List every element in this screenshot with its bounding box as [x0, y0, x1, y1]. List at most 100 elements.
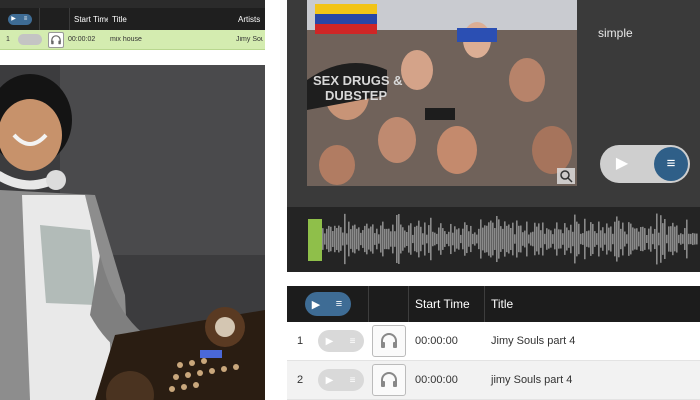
waveform-bar: [446, 234, 448, 244]
mini-table-row[interactable]: 1 00:00:02 mix house Jimy Souls: [0, 30, 265, 50]
waveform-bar: [472, 233, 474, 245]
waveform-bar: [500, 226, 502, 252]
waveform-bar: [624, 231, 626, 247]
table-row[interactable]: 1 ▶ ≡ 00:00:00 Jimy Souls part 4: [287, 322, 700, 361]
page: ▶ ≡ Start Time Title Artists 1 00:00:02 …: [0, 0, 700, 400]
waveform-bar: [368, 228, 370, 250]
waveform-bar: [430, 217, 432, 261]
mini-row-play-toggle[interactable]: [18, 34, 42, 45]
track-title: simple: [598, 26, 633, 40]
row-list-icon[interactable]: ≡: [341, 336, 364, 347]
mini-header-title: Title: [112, 14, 127, 24]
waveform-graphic[interactable]: [287, 207, 700, 272]
row-start-time: 00:00:00: [415, 335, 458, 347]
playlist-play-list-toggle[interactable]: ▶ ≡: [304, 292, 351, 316]
waveform-bar: [516, 220, 518, 258]
row-list-icon[interactable]: ≡: [341, 375, 364, 386]
waveform-bar: [588, 230, 590, 248]
playlist-header-start-time: Start Time: [409, 286, 485, 322]
waveform-bar: [454, 226, 456, 252]
waveform-bar: [620, 228, 622, 250]
waveform-bar: [512, 222, 514, 256]
waveform[interactable]: [287, 207, 700, 272]
waveform-bar: [356, 228, 358, 250]
waveform-bar: [608, 227, 610, 251]
waveform-bar: [510, 227, 512, 251]
waveform-bar: [622, 222, 624, 256]
waveform-bar: [482, 227, 484, 251]
mini-play-icon[interactable]: ▶: [8, 14, 20, 25]
row-play-toggle[interactable]: ▶ ≡: [318, 330, 364, 352]
waveform-bar: [542, 222, 544, 256]
waveform-bar: [390, 231, 392, 247]
waveform-bar: [326, 228, 328, 250]
waveform-bar: [686, 219, 688, 259]
waveform-bar: [416, 225, 418, 253]
header-list-icon[interactable]: ≡: [328, 298, 351, 310]
waveform-bar: [398, 214, 400, 264]
header-play-icon[interactable]: ▶: [305, 298, 328, 311]
waveform-bar: [464, 222, 466, 256]
playlist-icon[interactable]: ≡: [654, 147, 688, 181]
waveform-bar: [674, 226, 676, 252]
waveform-bar: [596, 233, 598, 245]
mini-playlist-header: ▶ ≡ Start Time Title Artists: [0, 8, 265, 30]
playlist-header-art-col: [369, 286, 409, 322]
waveform-bar: [354, 224, 356, 254]
waveform-bar: [590, 222, 592, 256]
play-playlist-toggle[interactable]: ▶ ≡: [600, 145, 690, 183]
table-row[interactable]: 2 ▶ ≡ 00:00:00 jimy Souls part 4: [287, 361, 700, 400]
waveform-bar: [432, 231, 434, 247]
waveform-bar: [494, 228, 496, 250]
waveform-bar: [412, 234, 414, 244]
row-play-icon[interactable]: ▶: [318, 336, 341, 347]
waveform-bar: [522, 232, 524, 246]
waveform-bar: [338, 225, 340, 253]
waveform-bar: [528, 234, 530, 244]
waveform-bar: [626, 234, 628, 244]
waveform-bar: [480, 219, 482, 259]
waveform-bar: [670, 226, 672, 252]
waveform-bar: [628, 222, 630, 256]
waveform-bar: [426, 234, 428, 244]
waveform-bar: [330, 226, 332, 252]
playlist-header: ▶ ≡ Start Time Title: [287, 286, 700, 322]
waveform-bar: [668, 226, 670, 252]
waveform-bar: [458, 228, 460, 250]
waveform-bar: [496, 215, 498, 263]
waveform-bar: [664, 219, 666, 259]
waveform-bar: [566, 227, 568, 251]
mini-play-list-toggle[interactable]: ▶ ≡: [7, 13, 32, 25]
waveform-bar: [372, 224, 374, 254]
waveform-bar: [452, 232, 454, 246]
row-play-toggle[interactable]: ▶ ≡: [318, 369, 364, 391]
mini-header-controls: ▶ ≡: [0, 8, 40, 30]
waveform-bar: [344, 213, 346, 265]
row-title: jimy Souls part 4: [491, 374, 573, 386]
zoom-icon[interactable]: [557, 168, 575, 184]
waveform-bar: [488, 222, 490, 256]
waveform-bar: [518, 225, 520, 253]
mini-header-art-col: [40, 8, 70, 30]
waveform-bar: [580, 233, 582, 245]
waveform-bar: [468, 231, 470, 247]
play-icon[interactable]: ▶: [612, 154, 632, 174]
waveform-bar: [532, 231, 534, 247]
waveform-bar: [568, 230, 570, 248]
playlist-header-controls: ▶ ≡: [287, 286, 369, 322]
mini-list-icon[interactable]: ≡: [20, 14, 32, 25]
waveform-bar: [474, 232, 476, 246]
waveform-bar: [552, 234, 554, 244]
waveform-bar: [656, 213, 658, 265]
waveform-bar: [538, 223, 540, 255]
playlist-header-title: Title: [491, 297, 514, 311]
waveform-bar: [322, 228, 324, 250]
audio-player: SEX DRUGS & DUBSTEP simple ▶ ≡: [287, 0, 700, 272]
waveform-bar: [654, 228, 656, 250]
row-play-icon[interactable]: ▶: [318, 375, 341, 386]
waveform-bar: [348, 221, 350, 257]
waveform-bar: [334, 225, 336, 253]
waveform-bar: [360, 232, 362, 246]
waveform-bar: [598, 221, 600, 257]
waveform-bar: [346, 233, 348, 245]
